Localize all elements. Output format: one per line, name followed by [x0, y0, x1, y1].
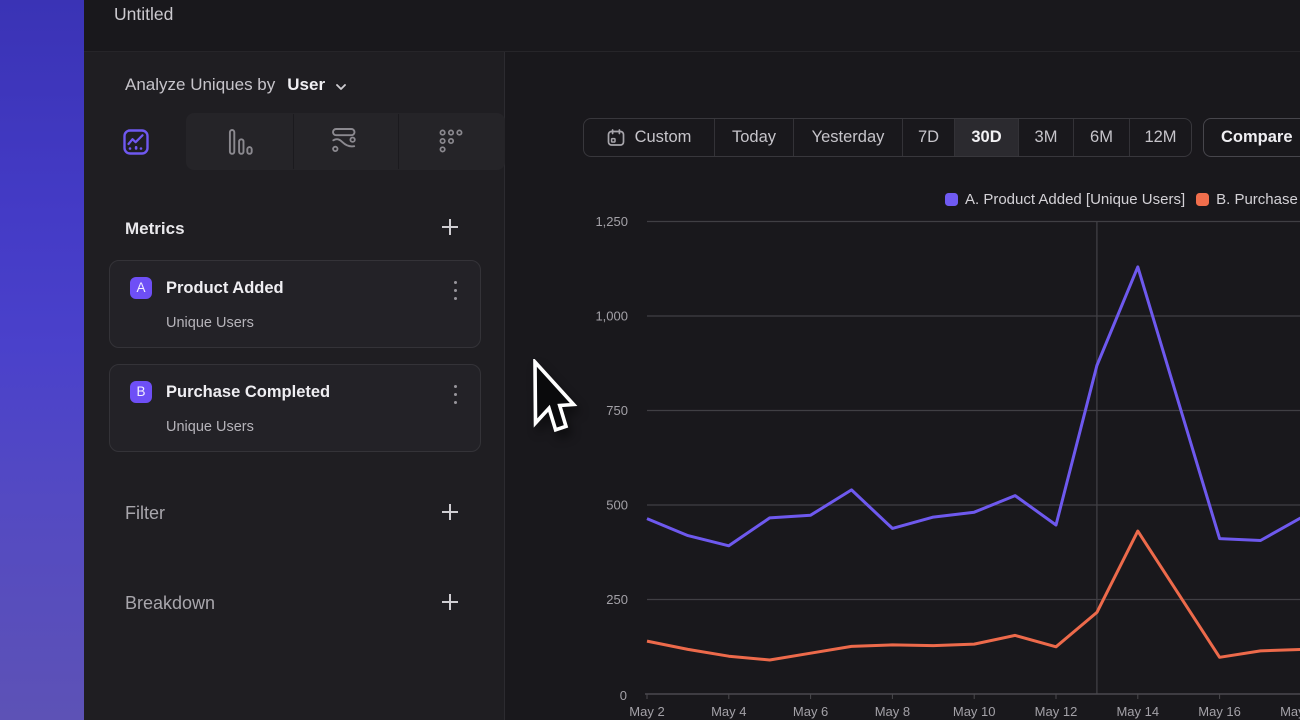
svg-text:500: 500 [606, 498, 628, 513]
svg-text:May 8: May 8 [875, 704, 910, 719]
svg-text:May 16: May 16 [1198, 704, 1241, 719]
svg-text:May 4: May 4 [711, 704, 746, 719]
svg-text:May 10: May 10 [953, 704, 996, 719]
svg-text:1,250: 1,250 [595, 214, 628, 229]
svg-text:May 2: May 2 [629, 704, 664, 719]
svg-text:1,000: 1,000 [595, 309, 628, 324]
svg-text:May 6: May 6 [793, 704, 828, 719]
svg-text:750: 750 [606, 403, 628, 418]
svg-text:0: 0 [620, 688, 627, 703]
svg-text:May 14: May 14 [1116, 704, 1159, 719]
svg-text:May 12: May 12 [1035, 704, 1078, 719]
svg-text:May 18: May 18 [1280, 704, 1300, 719]
svg-text:250: 250 [606, 592, 628, 607]
